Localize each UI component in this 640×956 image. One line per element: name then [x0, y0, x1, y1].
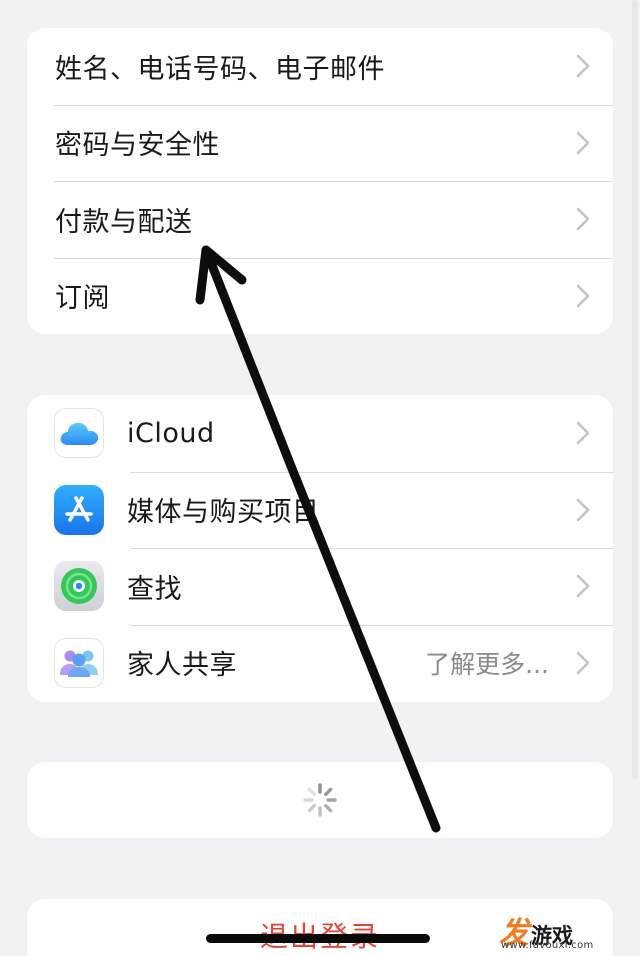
- services-group: iCloud 媒体与购买项目 查找 家人共享 了解更多...: [27, 395, 613, 702]
- app-store-icon: [54, 484, 104, 535]
- subscriptions-row[interactable]: 订阅: [27, 257, 613, 335]
- row-label: 姓名、电话号码、电子邮件: [55, 53, 385, 85]
- chevron-right-icon: [563, 548, 603, 625]
- row-label: 订阅: [55, 283, 110, 315]
- chevron-right-icon: [563, 28, 603, 105]
- chevron-right-icon: [563, 181, 603, 258]
- find-my-icon: [54, 561, 104, 612]
- row-label: 查找: [127, 573, 182, 605]
- account-settings-group: 姓名、电话号码、电子邮件 密码与安全性 付款与配送 订阅: [27, 28, 613, 334]
- row-label: 家人共享: [127, 650, 237, 682]
- find-my-row[interactable]: 查找: [27, 548, 613, 625]
- media-purchases-row[interactable]: 媒体与购买项目: [27, 471, 613, 549]
- row-label: 密码与安全性: [55, 130, 220, 162]
- chevron-right-icon: [563, 472, 603, 549]
- family-sharing-row[interactable]: 家人共享 了解更多...: [27, 624, 613, 702]
- chevron-right-icon: [563, 258, 603, 335]
- loading-group: [27, 762, 613, 838]
- watermark-url: www.favouxi.com: [501, 940, 594, 951]
- row-label: 付款与配送: [55, 206, 193, 238]
- icloud-icon: [54, 408, 104, 459]
- home-indicator[interactable]: [206, 934, 430, 943]
- password-security-row[interactable]: 密码与安全性: [27, 104, 613, 182]
- family-sharing-icon: [54, 637, 104, 688]
- apple-id-settings-screen: 姓名、电话号码、电子邮件 密码与安全性 付款与配送 订阅 iCloud 媒体与购…: [0, 0, 640, 956]
- chevron-right-icon: [563, 105, 603, 182]
- name-phone-email-row[interactable]: 姓名、电话号码、电子邮件: [27, 28, 613, 105]
- icloud-row[interactable]: iCloud: [27, 395, 613, 472]
- row-label: 媒体与购买项目: [127, 497, 320, 529]
- payment-shipping-row[interactable]: 付款与配送: [27, 181, 613, 258]
- chevron-right-icon: [563, 395, 603, 472]
- watermark-logo: 发 游戏 www.favouxi.com: [499, 908, 635, 952]
- learn-more-detail: 了解更多...: [425, 649, 549, 679]
- chevron-right-icon: [563, 625, 603, 702]
- row-label: iCloud: [127, 417, 215, 449]
- scroll-indicator: [632, 0, 638, 780]
- spinner-container: [27, 762, 613, 838]
- spinner-icon: [303, 783, 337, 817]
